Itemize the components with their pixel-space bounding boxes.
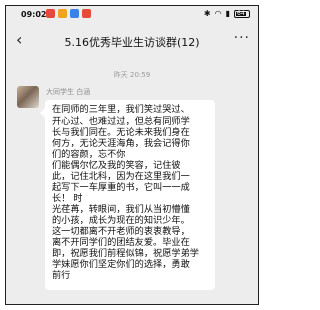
- signal-icon: ▮: [225, 9, 230, 18]
- message-bubble[interactable]: 在同师的三年里，我们笑过哭过、 开心过、也难过过，但总有同师学 长与我们同在。无…: [40, 100, 215, 290]
- status-bar: 09:02 ✱ ◠ ▮ 64: [6, 6, 258, 24]
- battery-level: 64: [237, 9, 245, 17]
- status-time: 09:02: [21, 10, 47, 19]
- message-line: 在同师的三年里，我们笑过哭过、: [52, 104, 190, 115]
- app-notification-icon: [58, 9, 67, 18]
- notification-icons: [46, 9, 91, 18]
- more-dots-icon[interactable]: ···: [234, 30, 250, 46]
- wifi-icon: ◠: [214, 9, 222, 18]
- app-notification-icon: [70, 9, 79, 18]
- system-status-icons: ✱ ◠ ▮ 64: [204, 9, 250, 18]
- app-notification-icon: [46, 9, 55, 18]
- sender-name: 大同学生 白涵: [46, 88, 91, 96]
- app-notification-icon: [82, 9, 91, 18]
- bluetooth-icon: ✱: [203, 9, 211, 18]
- message-timestamp: 昨天 20:59: [113, 71, 151, 79]
- chat-header: ‹ 5.16优秀毕业生访谈群(12) ···: [6, 28, 258, 56]
- avatar[interactable]: [17, 86, 39, 108]
- chat-title: 5.16优秀毕业生访谈群(12): [64, 36, 200, 49]
- phone-screenshot: 09:02 ✱ ◠ ▮ 64 ‹ 5.16优秀毕业生访谈群(12) ··· 昨天…: [5, 5, 259, 305]
- message-line: 前行: [52, 270, 71, 281]
- battery-icon: 64: [234, 9, 250, 18]
